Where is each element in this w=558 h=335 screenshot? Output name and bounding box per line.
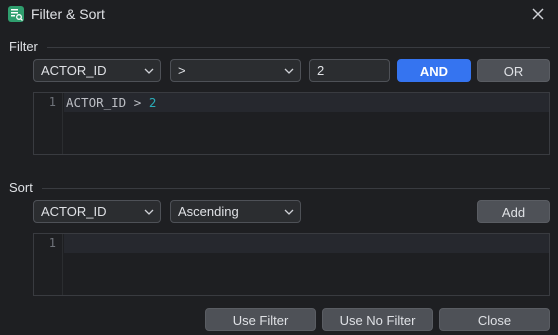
sort-expression-editor[interactable]: 1 (33, 233, 550, 296)
filter-sort-table-icon (8, 6, 24, 22)
filter-divider (47, 47, 550, 48)
filter-value-text: 2 (317, 63, 325, 78)
sort-column-value: ACTOR_ID (41, 204, 107, 219)
chevron-down-icon (284, 209, 294, 215)
filter-column-value: ACTOR_ID (41, 63, 107, 78)
or-button[interactable]: OR (477, 59, 550, 82)
use-no-filter-button[interactable]: Use No Filter (322, 308, 433, 331)
filter-operator-select[interactable]: > (170, 59, 301, 82)
title-bar: Filter & Sort (0, 0, 558, 30)
chevron-down-icon (144, 209, 154, 215)
chevron-down-icon (144, 68, 154, 74)
sort-column-select[interactable]: ACTOR_ID (33, 200, 161, 223)
chevron-down-icon (284, 68, 294, 74)
sort-order-select[interactable]: Ascending (170, 200, 301, 223)
and-button[interactable]: AND (397, 59, 471, 82)
filter-expression-code: ACTOR_ID > 2 (66, 95, 156, 110)
filter-expression-column: ACTOR_ID (66, 95, 127, 110)
sort-editor-current-line (64, 234, 549, 253)
close-button[interactable]: Close (439, 308, 550, 331)
use-filter-button[interactable]: Use Filter (205, 308, 316, 331)
filter-editor-line-number: 1 (48, 95, 56, 109)
filter-operator-value: > (178, 63, 186, 78)
sort-divider (42, 188, 550, 189)
close-icon[interactable] (530, 6, 546, 22)
filter-expression-editor[interactable]: 1 ACTOR_ID > 2 (33, 92, 550, 155)
sort-editor-line-number: 1 (48, 236, 56, 250)
filter-expression-operator: > (133, 95, 142, 110)
filter-value-input[interactable]: 2 (309, 59, 390, 82)
filter-section-label: Filter (9, 39, 38, 54)
filter-column-select[interactable]: ACTOR_ID (33, 59, 161, 82)
window-title: Filter & Sort (31, 6, 105, 22)
sort-section-label: Sort (9, 180, 33, 195)
add-sort-button[interactable]: Add (477, 200, 550, 223)
filter-expression-value: 2 (148, 95, 157, 110)
sort-order-value: Ascending (178, 204, 239, 219)
